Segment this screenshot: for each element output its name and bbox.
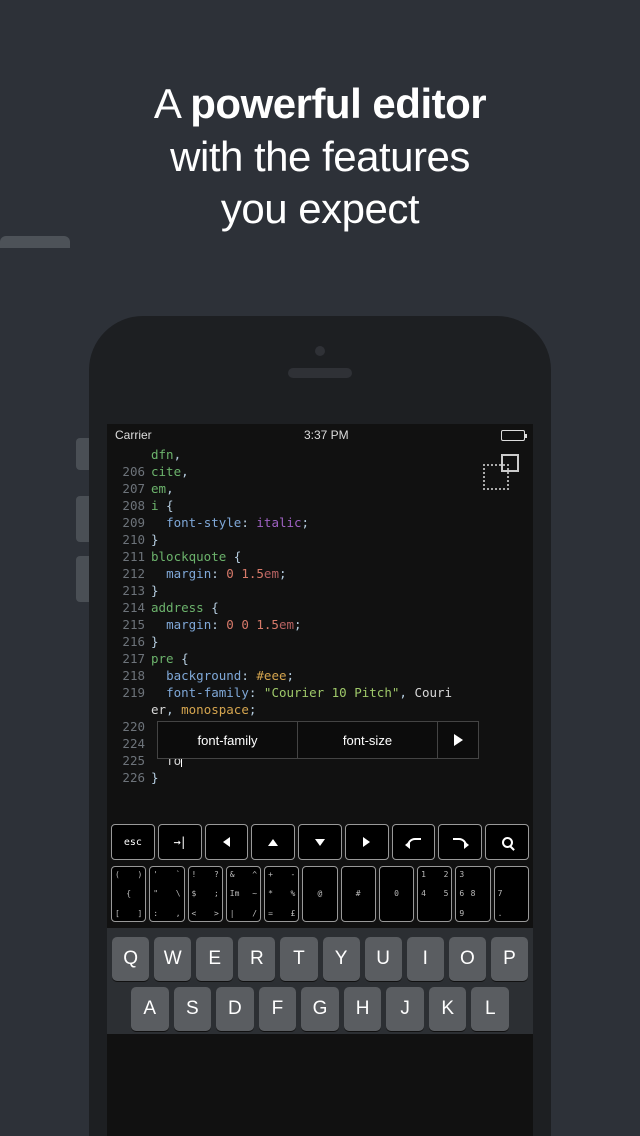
phone-power-button	[0, 236, 70, 248]
line-number: 213	[107, 582, 151, 599]
undo-key[interactable]	[392, 824, 436, 860]
carrier-label: Carrier	[115, 428, 152, 442]
arrow-down-key[interactable]	[298, 824, 342, 860]
editor-toolbar: esc →|	[107, 822, 533, 862]
line-number: 208	[107, 497, 151, 514]
code-line[interactable]: 209 font-style: italic;	[107, 514, 533, 531]
arrow-right-key[interactable]	[345, 824, 389, 860]
keyboard-key[interactable]: S	[174, 987, 212, 1031]
redo-key[interactable]	[438, 824, 482, 860]
keyboard-key[interactable]: Q	[112, 937, 149, 981]
special-key[interactable]: '`"\:,	[149, 866, 184, 922]
line-number: 214	[107, 599, 151, 616]
line-number: 211	[107, 548, 151, 565]
special-key[interactable]: 7.	[494, 866, 529, 922]
special-key[interactable]: #	[341, 866, 376, 922]
keyboard-key[interactable]: F	[259, 987, 297, 1031]
keyboard-key[interactable]: A	[131, 987, 169, 1031]
special-key[interactable]: 3698	[455, 866, 490, 922]
line-number	[107, 446, 151, 463]
keyboard-key[interactable]: O	[449, 937, 486, 981]
code-line[interactable]: 218 background: #eee;	[107, 667, 533, 684]
code-line[interactable]: 208i {	[107, 497, 533, 514]
system-keyboard: QWERTYUIOP ASDFGHJKL	[107, 928, 533, 1034]
phone-sensor	[315, 346, 325, 356]
keyboard-key[interactable]: J	[386, 987, 424, 1031]
code-line[interactable]: 219 font-family: "Courier 10 Pitch", Cou…	[107, 684, 533, 701]
arrow-left-key[interactable]	[205, 824, 249, 860]
special-key[interactable]: +-*%=£	[264, 866, 299, 922]
line-number: 206	[107, 463, 151, 480]
special-chars-row: ()[]{'`"\:,!?$;<>&^Im~|/+-*%=£@#01245369…	[107, 864, 533, 924]
special-key[interactable]: ()[]{	[111, 866, 146, 922]
line-number: 216	[107, 633, 151, 650]
phone-earpiece	[288, 368, 352, 378]
keyboard-key[interactable]: T	[280, 937, 317, 981]
phone-frame: Carrier 3:37 PM dfn,206cite,207em,208i {…	[89, 316, 551, 1136]
code-line[interactable]: 210}	[107, 531, 533, 548]
autocomplete-option[interactable]: font-family	[158, 722, 298, 758]
line-number: 212	[107, 565, 151, 582]
autocomplete-next-button[interactable]	[438, 722, 478, 758]
keyboard-key[interactable]: R	[238, 937, 275, 981]
line-number	[107, 701, 151, 718]
line-number: 207	[107, 480, 151, 497]
code-line[interactable]: 207em,	[107, 480, 533, 497]
line-number: 215	[107, 616, 151, 633]
code-line[interactable]: 212 margin: 0 1.5em;	[107, 565, 533, 582]
keyboard-key[interactable]: Y	[323, 937, 360, 981]
code-line[interactable]: 215 margin: 0 0 1.5em;	[107, 616, 533, 633]
special-key[interactable]: @	[302, 866, 337, 922]
line-number: 224	[107, 735, 151, 752]
keyboard-key[interactable]: W	[154, 937, 191, 981]
code-line[interactable]: 211blockquote {	[107, 548, 533, 565]
line-number: 226	[107, 769, 151, 786]
keyboard-key[interactable]: G	[301, 987, 339, 1031]
special-key[interactable]: 1245	[417, 866, 452, 922]
search-key[interactable]	[485, 824, 529, 860]
phone-volume-up	[76, 496, 90, 542]
autocomplete-option[interactable]: font-size	[298, 722, 438, 758]
battery-icon	[501, 430, 525, 441]
code-line[interactable]: 226}	[107, 769, 533, 786]
line-number: 217	[107, 650, 151, 667]
line-number: 220	[107, 718, 151, 735]
keyboard-key[interactable]: H	[344, 987, 382, 1031]
line-number: 210	[107, 531, 151, 548]
keyboard-key[interactable]: D	[216, 987, 254, 1031]
line-number: 219	[107, 684, 151, 701]
special-key[interactable]: !?$;<>	[188, 866, 223, 922]
keyboard-key[interactable]: U	[365, 937, 402, 981]
marketing-headline: A powerful editor with the features you …	[0, 0, 640, 236]
arrow-up-key[interactable]	[251, 824, 295, 860]
escape-key[interactable]: esc	[111, 824, 155, 860]
phone-mute-switch	[76, 438, 90, 470]
clock-label: 3:37 PM	[304, 428, 349, 442]
code-line[interactable]: 213}	[107, 582, 533, 599]
code-line[interactable]: 206cite,	[107, 463, 533, 480]
line-number: 209	[107, 514, 151, 531]
keyboard-key[interactable]: K	[429, 987, 467, 1031]
keyboard-key[interactable]: I	[407, 937, 444, 981]
keyboard-key[interactable]: E	[196, 937, 233, 981]
special-key[interactable]: &^Im~|/	[226, 866, 261, 922]
status-bar: Carrier 3:37 PM	[107, 424, 533, 446]
keyboard-key[interactable]: P	[491, 937, 528, 981]
phone-screen: Carrier 3:37 PM dfn,206cite,207em,208i {…	[107, 424, 533, 1136]
line-number: 225	[107, 752, 151, 769]
code-line[interactable]: 214address {	[107, 599, 533, 616]
keyboard-key[interactable]: L	[471, 987, 509, 1031]
special-key[interactable]: 0	[379, 866, 414, 922]
code-line[interactable]: 216}	[107, 633, 533, 650]
autocomplete-popup: font-family font-size	[157, 721, 479, 759]
code-line[interactable]: 217pre {	[107, 650, 533, 667]
code-line[interactable]: er, monospace;	[107, 701, 533, 718]
code-line[interactable]: dfn,	[107, 446, 533, 463]
resize-handle-icon[interactable]	[483, 454, 519, 490]
line-number: 218	[107, 667, 151, 684]
tab-key[interactable]: →|	[158, 824, 202, 860]
phone-volume-down	[76, 556, 90, 602]
